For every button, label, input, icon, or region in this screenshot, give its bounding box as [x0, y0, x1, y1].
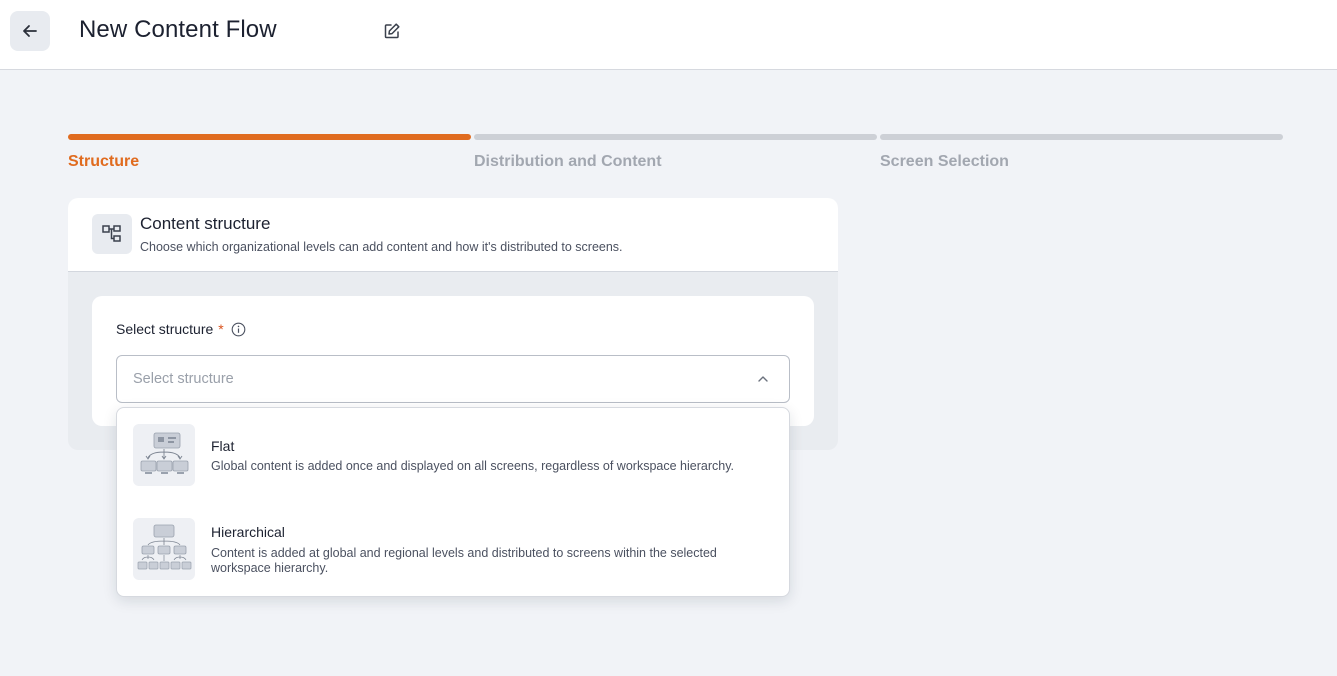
structure-select[interactable]: Select structure: [116, 355, 790, 403]
page-title: New Content Flow: [79, 16, 277, 43]
option-description: Content is added at global and regional …: [211, 546, 717, 575]
info-icon[interactable]: [231, 322, 246, 337]
step-bar: [474, 134, 877, 140]
flat-structure-illustration: [133, 424, 195, 486]
select-structure-label: Select structure *: [116, 321, 246, 337]
step-label: Screen Selection: [880, 153, 1009, 170]
step-screen-selection[interactable]: Screen Selection: [880, 134, 1283, 171]
card-title: Content structure: [140, 214, 271, 233]
option-title: Hierarchical: [211, 524, 285, 540]
step-bar: [68, 134, 471, 140]
step-structure[interactable]: Structure: [68, 134, 471, 171]
option-flat[interactable]: Flat Global content is added once and di…: [117, 408, 789, 502]
edit-title-button[interactable]: [382, 21, 402, 41]
step-bar: [880, 134, 1283, 140]
label-text: Select structure: [116, 321, 214, 337]
select-placeholder: Select structure: [133, 371, 234, 387]
arrow-left-icon: [23, 25, 37, 37]
back-button[interactable]: [10, 11, 50, 51]
hierarchical-structure-illustration: [133, 518, 195, 580]
step-label: Distribution and Content: [474, 153, 662, 170]
card-subtitle: Choose which organizational levels can a…: [140, 240, 623, 254]
chevron-up-icon: [756, 372, 770, 391]
top-header: New Content Flow: [0, 0, 1337, 70]
structure-icon: [92, 214, 132, 254]
step-label: Structure: [68, 153, 140, 170]
option-hierarchical[interactable]: Hierarchical Content is added at global …: [117, 502, 789, 596]
card-header: Content structure Choose which organizat…: [68, 198, 838, 272]
step-distribution-content[interactable]: Distribution and Content: [474, 134, 877, 171]
edit-icon: [384, 23, 400, 39]
option-description: Global content is added once and display…: [211, 459, 734, 473]
option-title: Flat: [211, 438, 235, 454]
structure-dropdown-menu: Flat Global content is added once and di…: [116, 407, 790, 597]
required-marker: *: [218, 321, 224, 337]
